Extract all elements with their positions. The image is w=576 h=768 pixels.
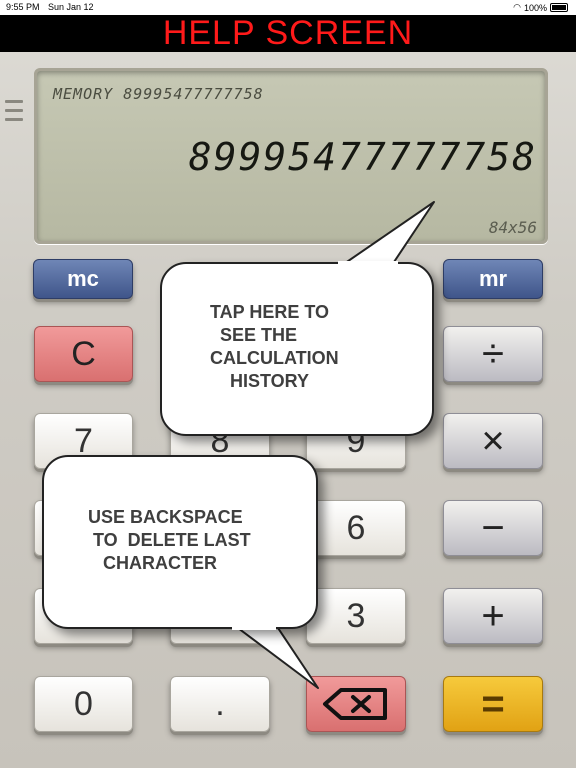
- plus-button[interactable]: +: [443, 588, 543, 644]
- battery-percent: 100%: [523, 2, 547, 13]
- history-callout-text: TAP HERE TO SEE THE CALCULATION HISTORY: [210, 302, 339, 391]
- status-bar: 9:55 PM Sun Jan 12 ◠ 100%: [0, 0, 576, 15]
- status-time: 9:55 PM: [6, 2, 40, 12]
- menu-icon[interactable]: [5, 100, 23, 127]
- status-date: Sun Jan 12: [48, 2, 94, 12]
- display-resolution: 84x56: [488, 218, 537, 237]
- display-value: 89995477777758: [188, 135, 537, 179]
- equals-button[interactable]: =: [443, 676, 543, 732]
- key-0[interactable]: 0: [34, 676, 133, 732]
- divide-button[interactable]: ÷: [443, 326, 543, 382]
- backspace-icon: [323, 688, 387, 720]
- wifi-icon: ◠: [513, 2, 521, 12]
- mr-button[interactable]: mr: [443, 259, 543, 299]
- key-6[interactable]: 6: [306, 500, 406, 556]
- status-right: ◠ 100%: [513, 2, 568, 13]
- minus-button[interactable]: −: [443, 500, 543, 556]
- clear-button[interactable]: C: [34, 326, 133, 382]
- multiply-button[interactable]: ×: [443, 413, 543, 469]
- help-screen-title: HELP SCREEN: [0, 15, 576, 52]
- backspace-callout-text: USE BACKSPACE TO DELETE LAST CHARACTER: [88, 507, 251, 573]
- memory-readout: MEMORY 89995477777758: [53, 85, 264, 103]
- calculator-display[interactable]: MEMORY 89995477777758 89995477777758 84x…: [34, 68, 548, 244]
- mc-button[interactable]: mc: [33, 259, 133, 299]
- battery-icon: [550, 3, 568, 12]
